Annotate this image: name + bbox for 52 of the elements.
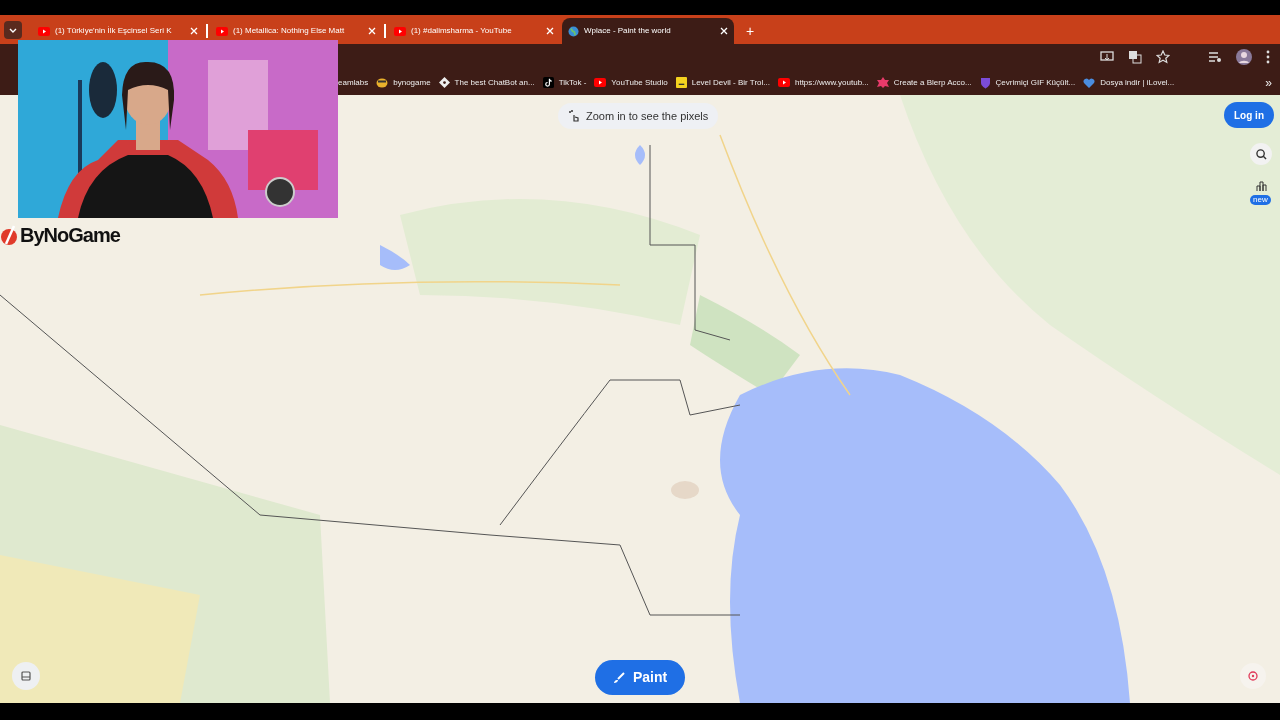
bookmark[interactable]: Dosya indir | iLovel... xyxy=(1083,76,1175,89)
tab-title: (1) Metallica: Nothing Else Matt xyxy=(233,25,346,37)
youtube-icon xyxy=(594,78,607,87)
search-icon xyxy=(1255,148,1267,160)
youtube-icon xyxy=(394,26,406,36)
square-icon xyxy=(675,77,687,88)
browser-tab[interactable]: (1) Metallica: Nothing Else Matt xyxy=(210,18,382,44)
youtube-icon xyxy=(216,26,228,36)
bookmark[interactable]: https://www.youtub... xyxy=(777,76,869,89)
bookmark[interactable]: bynogame xyxy=(376,76,431,89)
tab-title: (1) #dalimsharma - YouTube xyxy=(411,25,513,37)
log-in-button[interactable]: Log in xyxy=(1224,102,1274,128)
splat-icon xyxy=(876,77,889,88)
close-icon[interactable] xyxy=(720,27,728,35)
translate-icon[interactable] xyxy=(1128,50,1142,64)
diamond-icon xyxy=(438,77,450,88)
bookmark[interactable]: eamlabs xyxy=(338,76,369,89)
note-icon xyxy=(542,77,554,88)
install-icon[interactable] xyxy=(1100,51,1114,63)
profile-icon[interactable] xyxy=(1236,49,1252,65)
heart-icon xyxy=(1083,77,1096,88)
bookmark[interactable]: Çevrimiçi GIF Küçült... xyxy=(979,76,1076,89)
bookmark[interactable]: Level Devil - Bir Trol... xyxy=(675,76,770,89)
menu-icon[interactable] xyxy=(1266,50,1270,64)
more-bookmarks-button[interactable]: » xyxy=(1265,73,1272,92)
bookmark[interactable]: YouTube Studio xyxy=(594,76,668,89)
youtube-icon xyxy=(777,78,790,87)
new-badge: new xyxy=(1250,195,1271,205)
tab-title: Wplace - Paint the world xyxy=(584,25,672,37)
bookmark[interactable]: The best ChatBot an... xyxy=(438,76,535,89)
browser-tab[interactable]: (1) #dalimsharma - YouTube xyxy=(388,18,560,44)
target-icon xyxy=(1247,670,1259,682)
paint-button[interactable]: Paint xyxy=(595,660,685,695)
browser-tab[interactable]: Wplace - Paint the world xyxy=(562,18,734,44)
youtube-icon xyxy=(38,26,50,36)
shield-icon xyxy=(979,76,991,89)
star-icon[interactable] xyxy=(1156,50,1170,64)
brush-icon xyxy=(612,671,625,684)
bookmark[interactable]: Create a Blerp Acco... xyxy=(876,76,972,89)
browser-tab[interactable]: (1) Türkiye'nin İlk Eşcinsel Seri K xyxy=(32,18,204,44)
new-tab-button[interactable]: + xyxy=(746,24,755,38)
logo-icon xyxy=(0,224,18,246)
chevron-down-icon xyxy=(9,27,17,33)
logo-text: ByNoGame xyxy=(20,223,120,248)
globe-icon xyxy=(568,25,579,37)
tab-search-button[interactable] xyxy=(4,21,22,39)
bookmark[interactable]: TikTok - xyxy=(542,76,587,89)
tab-title: (1) Türkiye'nin İlk Eşcinsel Seri K xyxy=(55,25,173,37)
panel-icon xyxy=(21,671,31,681)
media-icon[interactable] xyxy=(1208,51,1222,63)
bar-chart-icon xyxy=(1255,181,1267,191)
zoom-hint: Zoom in to see the pixels xyxy=(558,103,719,129)
